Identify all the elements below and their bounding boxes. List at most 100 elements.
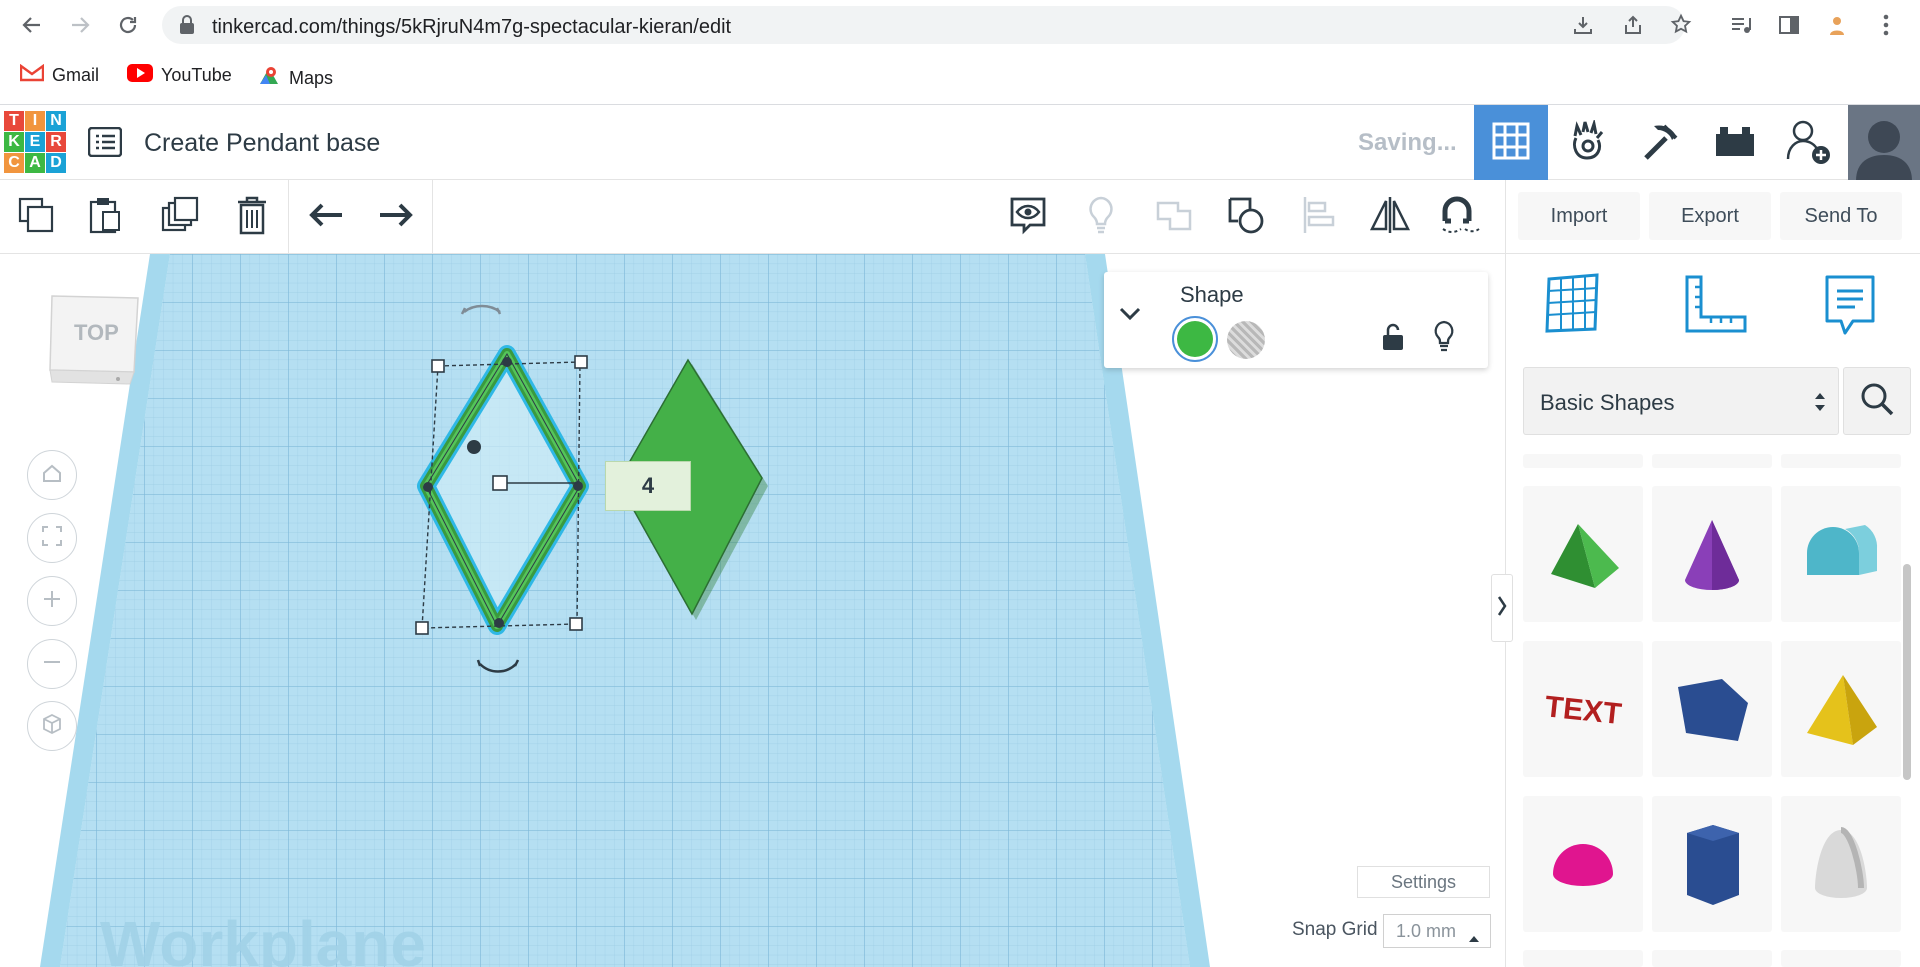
bookmark-gmail[interactable]: Gmail [19,63,99,87]
solid-color-button[interactable] [1172,316,1218,362]
shape-tile-partial[interactable] [1652,950,1772,967]
lightbulb-icon [1086,195,1116,240]
3d-design-view-button[interactable] [1474,105,1548,181]
back-icon[interactable] [16,9,48,41]
delete-button[interactable] [229,194,275,240]
shape-tile-cone[interactable] [1652,486,1772,622]
pickaxe-icon [1640,120,1682,167]
shape-tile-partial[interactable] [1652,454,1772,468]
import-button[interactable]: Import [1518,192,1640,240]
bricks-button[interactable] [1698,105,1772,181]
workplane[interactable] [40,254,1210,967]
svg-text:TEXT: TEXT [1543,690,1623,731]
copy-icon [17,196,55,239]
snap-grid-value: 1.0 mm [1396,921,1457,941]
duplicate-button[interactable] [157,194,203,240]
media-icon[interactable] [1725,9,1757,41]
cruise-button[interactable] [1438,194,1484,240]
grid-icon [1492,122,1530,165]
copy-button[interactable] [13,194,59,240]
toolbar-divider [288,180,289,254]
youtube-icon [127,64,153,87]
send-to-button[interactable]: Send To [1780,192,1902,240]
shape-tile-polygon[interactable] [1652,641,1772,777]
half-sphere-icon [1553,844,1613,886]
design-list-icon[interactable] [87,126,123,162]
bookmark-youtube[interactable]: YouTube [127,64,232,87]
shape-tile-partial[interactable] [1523,950,1643,967]
make-solid-button[interactable] [1078,194,1124,240]
duplicate-icon [161,196,199,239]
forward-icon[interactable] [64,9,96,41]
hole-button[interactable] [1227,321,1265,359]
eye-bubble-icon [1008,195,1048,240]
avatar[interactable] [1848,105,1920,181]
design-title[interactable]: Create Pendant base [144,129,380,158]
shape-tile-paraboloid[interactable] [1781,796,1901,932]
align-button[interactable] [1296,194,1342,240]
bookmarks-bar: Gmail YouTube Maps [0,56,1920,96]
zoom-in-button[interactable] [27,576,77,626]
ungroup-button[interactable] [1224,194,1270,240]
collapse-panel-button[interactable] [1491,574,1513,642]
star-icon[interactable] [1670,13,1692,40]
home-view-button[interactable] [27,450,77,500]
shape-tile-hexagonal-prism[interactable] [1652,796,1772,932]
side-panel-icon[interactable] [1773,9,1805,41]
minecraft-button[interactable] [1624,105,1698,181]
group-button[interactable] [1151,194,1197,240]
add-user-button[interactable] [1772,105,1846,181]
snap-grid-select[interactable]: 1.0 mm [1383,914,1491,948]
ungroup-icon [1226,195,1268,240]
shape-tile-partial[interactable] [1781,454,1901,468]
export-button[interactable]: Export [1649,192,1771,240]
visibility-bulb-icon[interactable] [1432,320,1456,357]
address-bar[interactable]: tinkercad.com/things/5kRjruN4m7g-spectac… [162,6,1692,44]
paste-button[interactable] [82,194,128,240]
profile-icon[interactable] [1821,9,1853,41]
menu-icon[interactable] [1870,9,1902,41]
shape-tile-text[interactable]: TEXT [1523,641,1643,777]
codeblocks-button[interactable] [1550,105,1624,181]
tinkercad-logo[interactable]: T I N K E R C A D [4,111,68,175]
text-3d-icon: TEXT [1543,690,1623,731]
shape-tile-partial[interactable] [1781,950,1901,967]
ruler-icon[interactable] [1683,273,1749,342]
zoom-out-button[interactable] [27,639,77,689]
reload-icon[interactable] [112,9,144,41]
undo-button[interactable] [303,194,349,240]
redo-button[interactable] [373,194,419,240]
lock-icon [178,15,196,40]
chevron-right-icon [1497,595,1507,622]
shape-tile-partial[interactable] [1523,454,1643,468]
notes-icon[interactable] [1823,273,1877,344]
toolbar-divider [432,180,433,254]
shape-category-select[interactable]: Basic Shapes [1523,367,1839,435]
shape-tile-pyramid[interactable] [1781,641,1901,777]
group-icon [1154,195,1194,240]
mirror-button[interactable] [1367,194,1413,240]
settings-button[interactable]: Settings [1357,866,1490,898]
panel-scrollbar[interactable] [1903,564,1911,780]
perspective-button[interactable] [27,701,77,751]
collapse-chevron-icon[interactable] [1118,306,1142,327]
bookmark-maps[interactable]: Maps [257,64,333,93]
inspector-title: Shape [1180,282,1244,307]
workplane-grid-icon[interactable] [1543,273,1603,340]
roof-icon [1551,524,1619,588]
unlock-icon[interactable] [1381,322,1405,357]
view-cube[interactable]: TOP [46,292,144,390]
share-icon[interactable] [1622,14,1644,41]
fit-view-button[interactable] [27,513,77,563]
search-shapes-button[interactable] [1843,367,1911,435]
polygon-icon [1678,679,1748,741]
toolbar-divider [1505,180,1506,254]
workplane-watermark: Workplane [100,908,426,967]
show-all-button[interactable] [1005,194,1051,240]
dimension-input[interactable]: 4 [605,461,691,511]
shape-tile-half-cylinder[interactable] [1781,486,1901,622]
shape-tile-roof[interactable] [1523,486,1643,622]
install-icon[interactable] [1572,14,1594,41]
pyramid-icon [1807,675,1877,745]
shape-tile-half-sphere[interactable] [1523,796,1643,932]
